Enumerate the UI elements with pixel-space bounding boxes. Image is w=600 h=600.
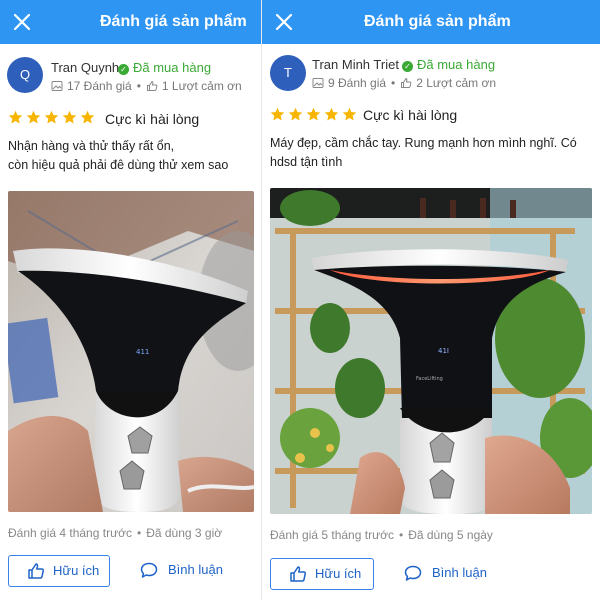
helpful-button[interactable]: Hữu ích xyxy=(270,558,374,590)
star-icon xyxy=(306,108,321,121)
review-count: 9 Đánh giá xyxy=(328,76,387,90)
star-icon xyxy=(342,108,357,121)
review-photo-image: 41I FaceLifting xyxy=(270,188,592,514)
thumbs-up-icon xyxy=(401,77,412,88)
review-line: Nhận hàng và thử thấy rất ổn, xyxy=(8,139,175,153)
close-icon[interactable] xyxy=(272,10,296,34)
comment-label: Bình luận xyxy=(432,565,487,580)
thumbs-up-icon xyxy=(146,80,158,91)
reviewer-name[interactable]: Tran Quynh xyxy=(51,60,119,75)
star-icon xyxy=(26,111,41,124)
check-circle-icon: ✓ xyxy=(118,64,129,75)
review-panel-right: Đánh giá sản phẩm T Tran Minh Triet ✓ Đã … xyxy=(262,0,600,600)
star-rating xyxy=(270,106,360,124)
helpful-button[interactable]: Hữu ích xyxy=(8,555,110,587)
review-count: 17 Đánh giá xyxy=(67,79,132,93)
usage-time: Đã dùng 3 giờ xyxy=(146,526,223,540)
verified-purchase-badge: ✓ Đã mua hàng xyxy=(118,60,211,75)
header-bar: Đánh giá sản phẩm xyxy=(262,0,600,44)
thanks-count: 2 Lượt cảm ơn xyxy=(416,76,497,90)
check-circle-icon: ✓ xyxy=(402,61,413,72)
verified-label: Đã mua hàng xyxy=(133,60,212,75)
verified-purchase-badge: ✓ Đã mua hàng xyxy=(402,57,495,72)
rating-label: Cực kì hài lòng xyxy=(363,107,458,123)
reviewer-name[interactable]: Tran Minh Triet xyxy=(312,57,399,72)
svg-text:FaceLifting: FaceLifting xyxy=(416,376,443,382)
star-icon xyxy=(44,111,59,124)
chat-bubble-icon xyxy=(140,562,158,578)
header-bar: Đánh giá sản phẩm xyxy=(0,0,262,44)
svg-text:411: 411 xyxy=(136,348,149,356)
review-photo-image: 411 xyxy=(8,191,254,512)
separator: • xyxy=(391,76,396,90)
verified-label: Đã mua hàng xyxy=(417,57,496,72)
image-icon xyxy=(312,78,324,88)
time-posted: Đánh giá 5 tháng trước xyxy=(270,528,394,542)
rating-label: Cực kì hài lòng xyxy=(105,111,200,127)
review-text: Nhận hàng và thử thấy rất ổn, còn hiệu q… xyxy=(8,137,258,175)
review-timeline: Đánh giá 5 tháng trước • Đã dùng 5 ngày xyxy=(270,528,493,542)
separator: • xyxy=(398,528,404,542)
star-icon xyxy=(62,111,77,124)
chat-bubble-icon xyxy=(404,565,422,581)
page-title: Đánh giá sản phẩm xyxy=(364,13,511,30)
review-line: Máy đẹp, cầm chắc tay. Rung mạnh hơn mìn… xyxy=(270,136,577,150)
svg-text:41I: 41I xyxy=(438,347,449,355)
review-text: Máy đẹp, cầm chắc tay. Rung mạnh hơn mìn… xyxy=(270,134,590,172)
star-rating xyxy=(8,109,98,127)
review-photo[interactable]: 411 xyxy=(8,191,254,512)
comment-label: Bình luận xyxy=(168,562,223,577)
star-icon xyxy=(8,111,23,124)
star-icon xyxy=(324,108,339,121)
time-posted: Đánh giá 4 tháng trước xyxy=(8,526,132,540)
thanks-count: 1 Lượt cảm ơn xyxy=(161,79,242,93)
helpful-label: Hữu ích xyxy=(53,563,100,578)
thumbs-up-icon xyxy=(290,566,307,582)
review-line: còn hiệu quả phải đê dùng thử xem sao xyxy=(8,158,229,172)
separator: • xyxy=(136,79,141,93)
star-icon xyxy=(80,111,95,124)
review-line: hdsd tận tình xyxy=(270,155,343,169)
helpful-label: Hữu ích xyxy=(315,566,362,581)
review-photo[interactable]: 41I FaceLifting xyxy=(270,188,592,514)
star-icon xyxy=(288,108,303,121)
avatar[interactable]: T xyxy=(270,55,306,91)
usage-time: Đã dùng 5 ngày xyxy=(408,528,493,542)
image-icon xyxy=(51,81,63,91)
page-title: Đánh giá sản phẩm xyxy=(100,13,247,30)
star-icon xyxy=(270,108,285,121)
thumbs-up-icon xyxy=(28,563,45,579)
separator: • xyxy=(136,526,142,540)
reviewer-stats: 9 Đánh giá • 2 Lượt cảm ơn xyxy=(312,76,496,90)
close-icon[interactable] xyxy=(10,10,34,34)
review-timeline: Đánh giá 4 tháng trước • Đã dùng 3 giờ xyxy=(8,526,222,540)
avatar[interactable]: Q xyxy=(7,57,43,93)
review-panel-left: Đánh giá sản phẩm Q Tran Quynh ✓ Đã mua h… xyxy=(0,0,262,600)
reviewer-stats: 17 Đánh giá • 1 Lượt cảm ơn xyxy=(51,79,242,93)
